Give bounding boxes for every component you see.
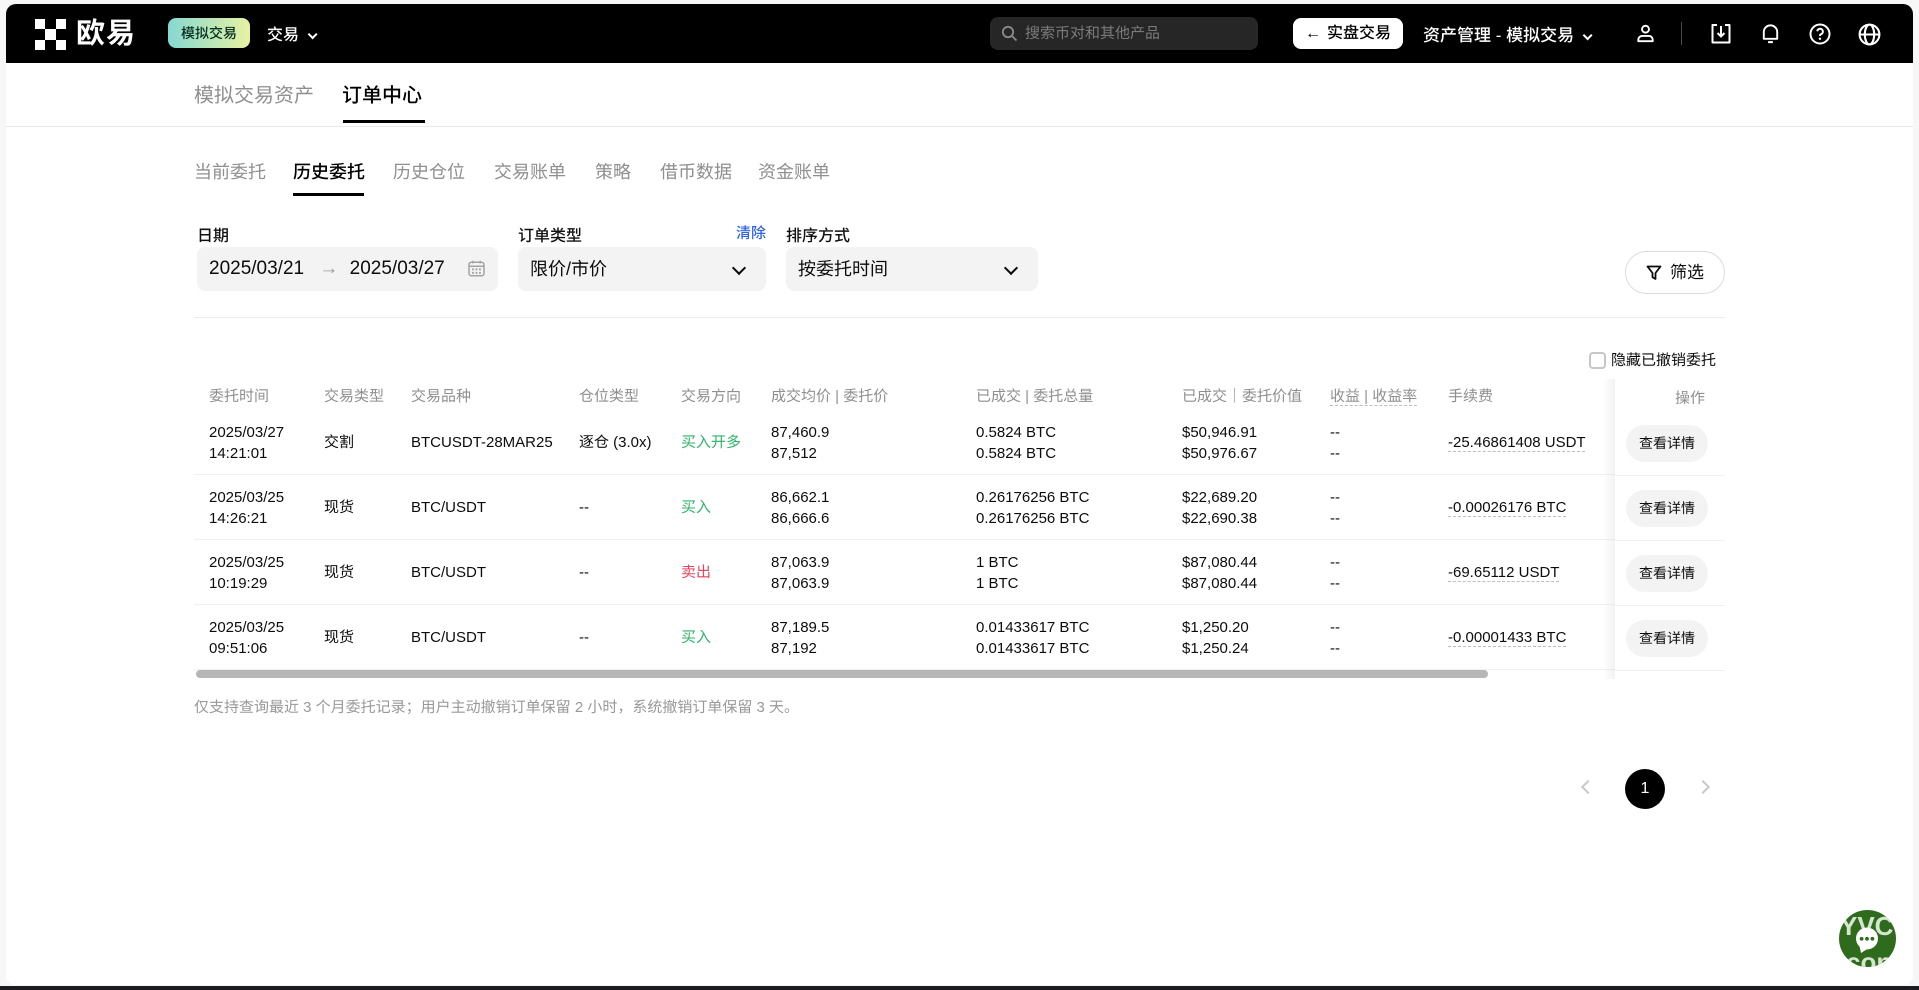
svg-text:con: con (1846, 947, 1892, 967)
